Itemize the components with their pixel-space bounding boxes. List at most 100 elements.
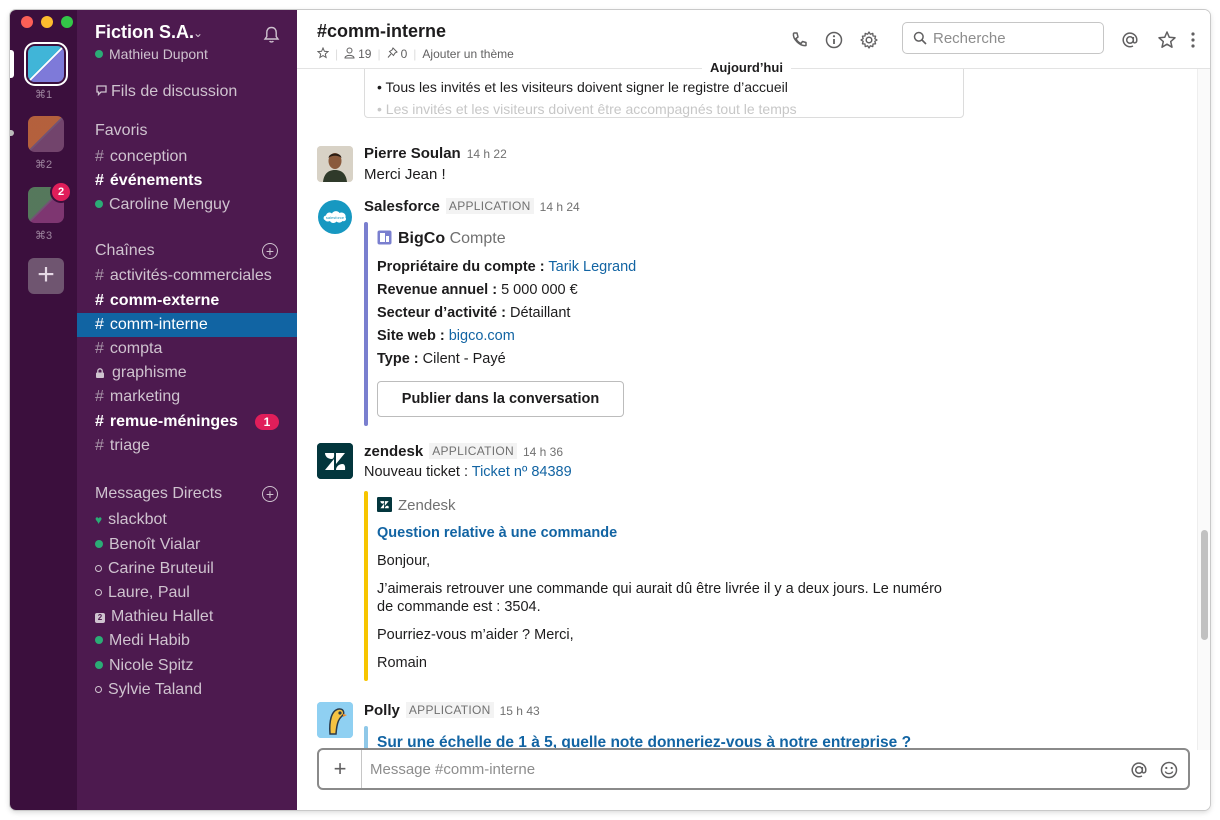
star-icon[interactable] bbox=[316, 46, 330, 59]
chevron-down-icon[interactable]: ⌄ bbox=[193, 26, 203, 40]
field-label: Type : bbox=[377, 351, 419, 367]
sidebar-item-mathieu-hallet[interactable]: 2 Mathieu Hallet bbox=[77, 605, 297, 629]
sidebar-item-slackbot[interactable]: ♥ slackbot bbox=[77, 508, 297, 532]
sidebar-item-comm-externe[interactable]: # comm-externe bbox=[77, 289, 297, 313]
sidebar-item-laure-paul[interactable]: Laure, Paul bbox=[77, 581, 297, 605]
ticket-body-line: J’aimerais retrouver une commande qui au… bbox=[377, 581, 942, 597]
gear-icon[interactable] bbox=[859, 30, 879, 50]
add-topic-link[interactable]: Ajouter un thème bbox=[422, 47, 513, 61]
sidebar-item-label: Nicole Spitz bbox=[109, 657, 194, 674]
sidebar-item-carine-bruteuil[interactable]: Carine Bruteuil bbox=[77, 557, 297, 581]
phone-icon[interactable] bbox=[789, 30, 809, 50]
avatar[interactable]: salesforce bbox=[317, 199, 353, 235]
search-input[interactable]: Recherche bbox=[902, 22, 1104, 54]
more-options-icon[interactable] bbox=[1189, 30, 1197, 50]
sidebar-item-evenements[interactable]: # événements bbox=[77, 169, 297, 193]
threads-link[interactable]: Fils de discussion bbox=[95, 83, 237, 101]
unread-badge: 1 bbox=[255, 414, 279, 430]
members-icon[interactable] bbox=[344, 47, 355, 59]
window-close-button[interactable] bbox=[21, 16, 33, 28]
workspace-name[interactable]: Fiction S.A. bbox=[95, 22, 194, 43]
window-minimize-button[interactable] bbox=[41, 16, 53, 28]
sidebar-item-benoit-vialar[interactable]: Benoît Vialar bbox=[77, 533, 297, 557]
message-timestamp[interactable]: 14 h 22 bbox=[467, 147, 507, 161]
sidebar-item-medi-habib[interactable]: Medi Habib bbox=[77, 629, 297, 653]
bell-icon[interactable] bbox=[263, 26, 280, 44]
sidebar-item-nicole-spitz[interactable]: Nicole Spitz bbox=[77, 654, 297, 678]
mentions-icon[interactable] bbox=[1120, 30, 1140, 50]
add-workspace-button[interactable]: + bbox=[28, 258, 64, 294]
message-list-scrollbar[interactable] bbox=[1197, 68, 1210, 750]
channels-section-title[interactable]: Chaînes bbox=[95, 242, 155, 260]
add-channel-button[interactable]: + bbox=[262, 243, 278, 259]
sidebar-item-activites-commerciales[interactable]: # activités-commerciales bbox=[77, 264, 297, 288]
account-icon bbox=[377, 230, 392, 245]
app-tag: APPLICATION bbox=[429, 443, 517, 459]
pin-icon[interactable] bbox=[387, 47, 398, 59]
dms-section-title[interactable]: Messages Directs bbox=[95, 485, 222, 503]
message-composer[interactable]: + Message #comm-interne bbox=[317, 748, 1190, 790]
avatar[interactable] bbox=[317, 443, 353, 479]
sidebar-item-remue-meninges[interactable]: # remue-méninges 1 bbox=[77, 410, 297, 434]
attach-file-button[interactable]: + bbox=[319, 750, 362, 788]
field-value: 5 000 000 € bbox=[501, 282, 578, 298]
current-user[interactable]: Mathieu Dupont bbox=[95, 46, 208, 62]
presence-away-icon bbox=[95, 686, 102, 693]
message-input[interactable]: Message #comm-interne bbox=[370, 761, 535, 778]
avatar[interactable] bbox=[317, 146, 353, 182]
message-author[interactable]: Pierre Soulan 14 h 22 bbox=[364, 145, 507, 162]
attachment-source-name: Zendesk bbox=[398, 497, 456, 514]
pins-count[interactable]: 0 bbox=[401, 47, 408, 61]
sidebar-item-marketing[interactable]: # marketing bbox=[77, 385, 297, 409]
favorites-section-title[interactable]: Favoris bbox=[95, 122, 147, 140]
sidebar-item-comm-interne[interactable]: # comm-interne bbox=[77, 313, 297, 337]
attachment-bar bbox=[364, 726, 368, 750]
sidebar-item-conception[interactable]: # conception bbox=[77, 145, 297, 169]
avatar[interactable] bbox=[317, 702, 353, 738]
sidebar-item-label: marketing bbox=[109, 388, 181, 405]
ticket-title-link[interactable]: Question relative à une commande bbox=[377, 525, 617, 541]
mention-icon[interactable] bbox=[1129, 760, 1149, 780]
sidebar-item-triage[interactable]: # triage bbox=[77, 434, 297, 458]
zendesk-small-icon bbox=[377, 497, 392, 512]
message-timestamp[interactable]: 14 h 24 bbox=[540, 200, 580, 214]
publish-in-conversation-button[interactable]: Publier dans la conversation bbox=[377, 381, 624, 417]
sidebar-item-caroline-menguy[interactable]: Caroline Menguy bbox=[77, 193, 297, 217]
scrollbar-thumb[interactable] bbox=[1201, 530, 1208, 640]
sidebar-item-graphisme[interactable]: graphisme bbox=[77, 361, 297, 385]
message-author[interactable]: Polly APPLICATION 15 h 43 bbox=[364, 702, 540, 719]
members-count[interactable]: 19 bbox=[358, 47, 371, 61]
ticket-body-line: Pourriez-vous m’aider ? Merci, bbox=[377, 627, 574, 643]
attachment-title[interactable]: BigCo Compte bbox=[377, 230, 506, 248]
channel-sidebar: Fiction S.A. ⌄ Mathieu Dupont Fils de di… bbox=[77, 10, 297, 810]
ticket-link[interactable]: Ticket nº 84389 bbox=[472, 464, 572, 480]
previous-attachment-card: • Tous les invités et les visiteurs doiv… bbox=[364, 68, 964, 118]
emoji-icon[interactable] bbox=[1159, 760, 1179, 780]
workspace-3-badge: 2 bbox=[52, 183, 70, 201]
message-timestamp[interactable]: 14 h 36 bbox=[523, 445, 563, 459]
sidebar-item-compta[interactable]: # compta bbox=[77, 337, 297, 361]
message-author[interactable]: Salesforce APPLICATION 14 h 24 bbox=[364, 198, 580, 215]
sidebar-item-label: Caroline Menguy bbox=[109, 196, 230, 213]
zendesk-logo-icon bbox=[317, 443, 353, 479]
workspace-1-icon[interactable] bbox=[28, 46, 64, 82]
window-zoom-button[interactable] bbox=[61, 16, 73, 28]
workspace-3-shortcut: ⌘3 bbox=[34, 230, 53, 242]
add-dm-button[interactable]: + bbox=[262, 486, 278, 502]
channel-title[interactable]: #comm-interne bbox=[317, 21, 446, 42]
day-divider: Aujourd’hui bbox=[702, 60, 791, 75]
sidebar-item-sylvie-taland[interactable]: Sylvie Taland bbox=[77, 678, 297, 702]
attachment-field: Revenue annuel : 5 000 000 € bbox=[377, 282, 578, 298]
presence-active-icon bbox=[95, 661, 103, 669]
message-timestamp[interactable]: 15 h 43 bbox=[500, 704, 540, 718]
info-icon[interactable] bbox=[824, 30, 844, 50]
field-value-link[interactable]: bigco.com bbox=[449, 328, 515, 344]
workspace-2-icon[interactable] bbox=[28, 116, 64, 152]
channel-hash-icon: # bbox=[95, 413, 104, 430]
ticket-body-line: Bonjour, bbox=[377, 553, 431, 569]
field-value-link[interactable]: Tarik Legrand bbox=[548, 259, 636, 275]
threads-icon bbox=[96, 85, 107, 97]
star-icon[interactable] bbox=[1157, 30, 1177, 50]
message-author[interactable]: zendesk APPLICATION 14 h 36 bbox=[364, 443, 563, 460]
presence-away-icon bbox=[95, 565, 102, 572]
